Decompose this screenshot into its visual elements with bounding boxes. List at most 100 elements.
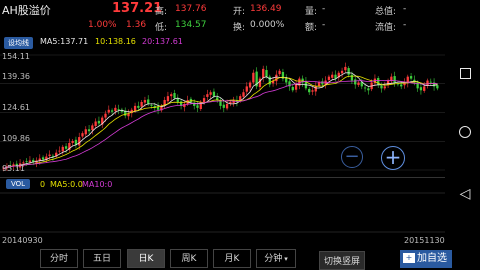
candle-body: [354, 79, 357, 85]
set-ma-button[interactable]: 设均线: [4, 37, 33, 49]
ma20-line: [3, 79, 438, 169]
candle-body: [265, 70, 268, 77]
turnover-label: 换:: [233, 23, 246, 33]
ma10-line: [3, 75, 438, 169]
chevron-down-icon: ▾: [284, 255, 288, 263]
candle-body: [367, 88, 370, 91]
price-axis-label: 139.36: [2, 72, 30, 81]
zoom-in-button[interactable]: +: [381, 146, 405, 170]
candle-body: [380, 85, 383, 89]
candle-body: [147, 99, 150, 104]
home-icon[interactable]: [456, 125, 474, 143]
candle-body: [117, 109, 120, 110]
candle-body: [87, 129, 91, 132]
back-icon[interactable]: ◁: [456, 185, 474, 203]
tab-monthly-k[interactable]: 月K: [213, 249, 251, 268]
candle-body: [275, 74, 278, 82]
float-cap-label: 流值:: [375, 23, 397, 33]
ma10-label: 10:138.16: [95, 37, 136, 46]
candle-body: [25, 161, 28, 163]
end-date: 20151130: [404, 236, 445, 245]
open-label: 开:: [233, 7, 246, 17]
candle-body: [357, 82, 360, 86]
high-label: 高:: [155, 7, 168, 17]
price-axis-label: 95.11: [2, 164, 25, 173]
amount-value: -: [322, 20, 326, 30]
volume-chart: [0, 192, 445, 233]
price-axis-label: 154.11: [2, 52, 30, 61]
candle-body: [278, 70, 281, 75]
candle-body: [41, 157, 45, 160]
switch-portrait-button[interactable]: 切换竖屏: [319, 251, 366, 270]
candle-body: [81, 133, 84, 137]
tab-five-day[interactable]: 五日: [83, 249, 121, 268]
candle-body: [285, 78, 288, 83]
total-cap-value: -: [403, 4, 407, 14]
candle-body: [64, 146, 68, 149]
candle-body: [133, 105, 137, 111]
candle-body: [308, 88, 311, 93]
low-value: 134.57: [175, 20, 207, 30]
price-axis-label: 124.61: [2, 103, 30, 112]
candle-body: [291, 86, 294, 91]
price-axis-label: 109.86: [2, 134, 30, 143]
candle-body: [252, 72, 255, 83]
chart-grid: [0, 54, 445, 171]
candle-body: [58, 150, 61, 152]
volume-label: 量:: [305, 7, 318, 17]
candle-body: [28, 160, 32, 163]
turnover-value: 0.000%: [250, 20, 285, 30]
add-watchlist-button[interactable]: + 加自选: [400, 250, 452, 268]
candle-body: [140, 101, 143, 107]
change-value: 1.36: [126, 20, 147, 30]
candle-body: [363, 87, 367, 89]
candle-body: [170, 94, 173, 97]
candle-body: [114, 107, 117, 112]
tab-weekly-k[interactable]: 周K: [170, 249, 208, 268]
candle-body: [222, 104, 225, 108]
divider: [0, 177, 445, 178]
candle-body: [423, 86, 426, 91]
candle-body: [344, 66, 347, 71]
open-value: 136.49: [250, 4, 282, 14]
candle-body: [209, 92, 212, 95]
candle-body: [262, 68, 265, 79]
vol-ma5-label: MA5:0.0: [50, 180, 83, 189]
tab-daily-k[interactable]: 日K: [127, 249, 165, 268]
candle-body: [78, 137, 81, 146]
candle-body: [393, 76, 396, 83]
recent-apps-icon[interactable]: [456, 66, 474, 84]
candle-body: [183, 103, 186, 108]
candle-body: [91, 125, 94, 131]
candle-body: [400, 84, 403, 87]
candle-body: [206, 94, 209, 97]
amount-label: 额:: [305, 23, 318, 33]
candle-body: [176, 98, 179, 102]
candle-body: [311, 90, 314, 92]
tab-intraday[interactable]: 分时: [40, 249, 78, 268]
candle-body: [110, 110, 114, 112]
candle-body: [61, 146, 64, 152]
candles: [2, 62, 439, 172]
candle-body: [94, 121, 97, 126]
float-cap-value: -: [403, 20, 407, 30]
kline-chart[interactable]: [0, 50, 445, 176]
tab-minute-label: 分钟: [264, 254, 283, 264]
vol-button[interactable]: VOL: [6, 179, 31, 189]
candle-body: [84, 129, 87, 135]
candle-body: [173, 93, 176, 99]
zoom-out-button[interactable]: −: [341, 146, 363, 168]
volume-value: -: [322, 4, 326, 14]
candle-body: [409, 76, 413, 79]
total-cap-label: 总值:: [375, 7, 397, 17]
candle-body: [71, 140, 74, 143]
tab-minute[interactable]: 分钟 ▾: [256, 249, 296, 268]
candle-body: [97, 120, 101, 124]
candle-body: [166, 96, 170, 102]
change-percent: 1.00%: [88, 20, 117, 30]
candle-body: [245, 86, 248, 92]
candle-body: [150, 105, 153, 106]
stock-title: AH股溢价: [2, 4, 51, 17]
candle-body: [212, 91, 216, 97]
candle-body: [104, 113, 107, 118]
